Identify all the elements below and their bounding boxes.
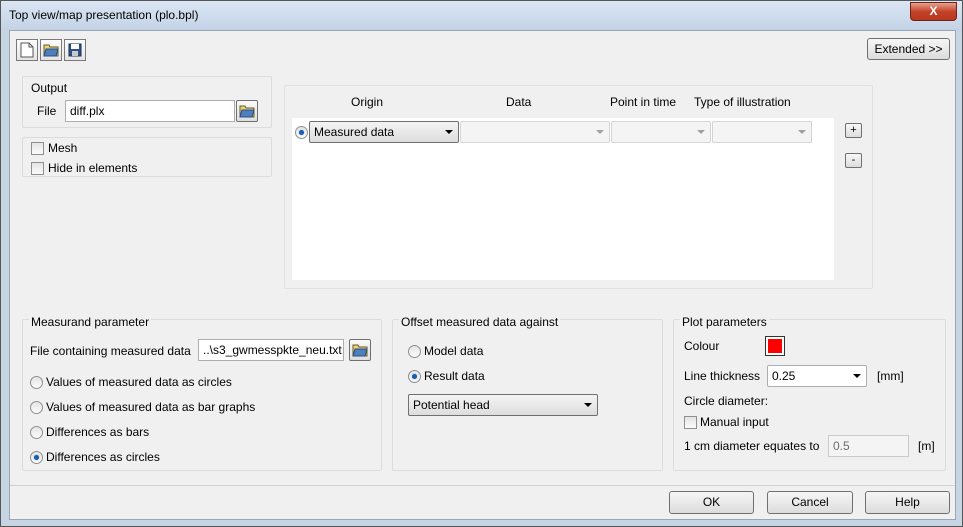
- column-header-point-in-time: Point in time: [610, 95, 677, 109]
- radio-differences-bars[interactable]: [30, 426, 43, 439]
- manual-input-label[interactable]: Manual input: [700, 415, 769, 429]
- add-row-button[interactable]: +: [845, 123, 862, 138]
- chevron-down-icon: [584, 403, 592, 407]
- radio-model-data[interactable]: [408, 345, 421, 358]
- line-thickness-label: Line thickness: [684, 369, 761, 383]
- cancel-button[interactable]: Cancel: [767, 491, 853, 514]
- chevron-down-icon: [445, 130, 453, 134]
- save-button[interactable]: [64, 39, 86, 61]
- dialog-window: Top view/map presentation (plo.bpl) X Ex…: [0, 0, 963, 527]
- output-file-input[interactable]: diff.plx: [65, 100, 235, 122]
- measured-file-browse-button[interactable]: [349, 339, 371, 361]
- help-button[interactable]: Help: [865, 491, 950, 514]
- radio-differences-circles-label[interactable]: Differences as circles: [46, 450, 160, 464]
- offset-group: Offset measured data against Model data …: [392, 315, 663, 471]
- plot-parameters-group: Plot parameters Colour Line thickness 0.…: [673, 315, 946, 471]
- column-header-data: Data: [506, 95, 532, 109]
- chevron-down-icon: [798, 130, 806, 134]
- window-title: Top view/map presentation (plo.bpl): [9, 8, 199, 22]
- output-group: Output File diff.plx: [22, 76, 272, 128]
- radio-values-bar-graphs[interactable]: [30, 401, 43, 414]
- open-folder-icon: [43, 44, 59, 57]
- manual-input-checkbox[interactable]: [684, 416, 697, 429]
- radio-model-data-label[interactable]: Model data: [424, 344, 483, 358]
- new-document-icon: [20, 42, 34, 58]
- measured-file-input[interactable]: ..\s3_gwmesspkte_neu.txt: [198, 339, 344, 361]
- column-header-origin: Origin: [351, 95, 384, 109]
- measurand-group: Measurand parameter File containing meas…: [22, 315, 382, 471]
- origin-select-value: Measured data: [314, 125, 395, 139]
- extended-button[interactable]: Extended >>: [867, 38, 950, 60]
- ok-button[interactable]: OK: [669, 491, 754, 514]
- colour-picker-button[interactable]: [765, 336, 785, 356]
- save-disk-icon: [68, 43, 82, 57]
- diameter-equates-unit: [m]: [918, 439, 935, 453]
- line-thickness-select[interactable]: 0.25: [767, 365, 867, 387]
- output-group-label: Output: [31, 81, 68, 95]
- radio-values-circles-label[interactable]: Values of measured data as circles: [46, 375, 232, 389]
- offset-quantity-select-value: Potential head: [413, 398, 490, 412]
- title-bar[interactable]: Top view/map presentation (plo.bpl) X: [1, 1, 962, 30]
- radio-result-data-label[interactable]: Result data: [424, 369, 485, 383]
- diameter-equates-label: 1 cm diameter equates to: [684, 439, 820, 453]
- open-button[interactable]: [40, 39, 62, 61]
- radio-result-data[interactable]: [408, 370, 421, 383]
- mesh-label[interactable]: Mesh: [48, 141, 77, 155]
- chevron-down-icon: [853, 374, 861, 378]
- chevron-down-icon: [697, 130, 705, 134]
- radio-values-bar-graphs-label[interactable]: Values of measured data as bar graphs: [46, 400, 255, 414]
- close-button[interactable]: X: [910, 2, 957, 21]
- line-thickness-select-value: 0.25: [772, 369, 796, 383]
- table-body[interactable]: Measured data: [292, 118, 834, 280]
- mesh-checkbox[interactable]: [31, 142, 44, 155]
- line-thickness-unit: [mm]: [877, 369, 904, 383]
- measurand-group-label: Measurand parameter: [29, 315, 152, 329]
- column-header-type-of-illustration: Type of illustration: [694, 95, 791, 109]
- table-panel: Origin Data Point in time Type of illust…: [284, 85, 873, 289]
- offset-group-label: Offset measured data against: [399, 315, 561, 329]
- offset-quantity-select[interactable]: Potential head: [408, 394, 598, 416]
- output-browse-button[interactable]: [236, 100, 258, 122]
- options-group: Mesh Hide in elements: [22, 137, 272, 177]
- plot-parameters-group-label: Plot parameters: [680, 315, 769, 329]
- radio-values-circles[interactable]: [30, 376, 43, 389]
- diameter-equates-input[interactable]: 0.5: [828, 435, 909, 457]
- new-button[interactable]: [16, 39, 38, 61]
- colour-label: Colour: [684, 339, 720, 353]
- remove-row-button[interactable]: -: [845, 153, 862, 168]
- colour-swatch: [768, 339, 782, 353]
- file-label: File: [37, 104, 57, 118]
- radio-differences-circles[interactable]: [30, 451, 43, 464]
- illustration-select[interactable]: [712, 121, 812, 143]
- point-in-time-select[interactable]: [611, 121, 711, 143]
- hide-in-elements-checkbox[interactable]: [31, 162, 44, 175]
- dialog-client: Extended >> Output File diff.plx Mesh Hi…: [9, 30, 956, 520]
- browse-folder-icon: [352, 344, 368, 357]
- footer-separator: [10, 485, 955, 486]
- row-select-radio[interactable]: [295, 126, 308, 139]
- circle-diameter-label: Circle diameter:: [684, 394, 769, 408]
- measured-file-label: File containing measured data: [30, 344, 191, 358]
- origin-select[interactable]: Measured data: [309, 121, 459, 143]
- chevron-down-icon: [596, 130, 604, 134]
- radio-differences-bars-label[interactable]: Differences as bars: [46, 425, 149, 439]
- data-select[interactable]: [460, 121, 610, 143]
- browse-folder-icon: [239, 105, 255, 118]
- hide-in-elements-label[interactable]: Hide in elements: [48, 161, 137, 175]
